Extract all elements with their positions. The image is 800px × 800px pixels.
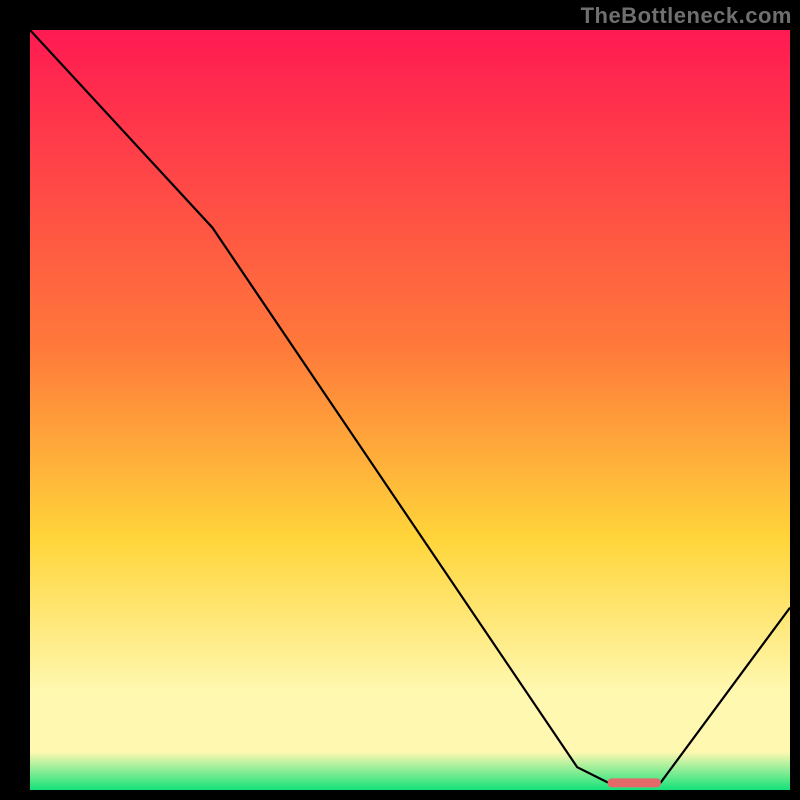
watermark-text: TheBottleneck.com: [581, 3, 792, 29]
plot-svg: [30, 30, 790, 790]
gradient-background: [30, 30, 790, 790]
optimal-marker: [608, 778, 661, 787]
plot-area: [30, 30, 790, 790]
chart-frame: TheBottleneck.com: [0, 0, 800, 800]
